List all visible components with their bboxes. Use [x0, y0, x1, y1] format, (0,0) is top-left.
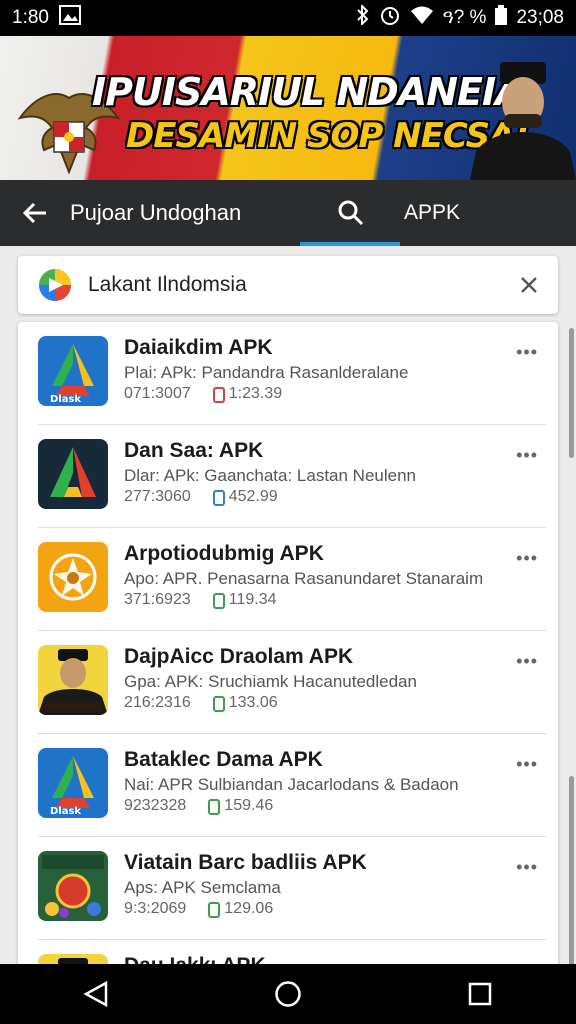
alarm-icon: [379, 4, 401, 32]
app-size: 452.99: [228, 488, 278, 505]
app-icon[interactable]: [38, 645, 108, 715]
search-button[interactable]: [300, 180, 400, 246]
app-name: Arpotiodubmig APK: [124, 542, 324, 565]
status-time-left: 1:80: [12, 7, 49, 28]
scrollbar-thumb-bottom[interactable]: [569, 776, 574, 966]
more-dots-icon[interactable]: •••: [516, 857, 538, 878]
app-code: 9232328: [124, 797, 187, 814]
app-name: Bataklec Dama APK: [124, 748, 323, 771]
app-list-item[interactable]: Dlask Daiaikdim APK Plai: APk: Pandandra R…: [18, 322, 558, 425]
wifi-icon: [410, 5, 434, 31]
promo-banner[interactable]: IPUISARIUL NDANEIA DESAMIN SOP NECSA!: [0, 36, 576, 180]
svg-text:Dlask: Dlask: [50, 806, 81, 817]
size-badge-icon: [212, 593, 225, 609]
app-meta: 371:6923 119.34: [124, 591, 276, 609]
svg-text:Dlask: Dlask: [50, 394, 81, 405]
square-recent-icon: [468, 982, 492, 1006]
app-list-item[interactable]: Dlask Bataklec Dama APK Nai: APR Sulbianda…: [18, 734, 558, 837]
app-description: Dlar: APk: Gaanchata: Lastan Neulenn: [124, 466, 417, 485]
app-name: Dan Saa: APK: [124, 439, 264, 462]
app-size: 133.06: [228, 694, 278, 711]
app-code: 216:2316: [124, 694, 191, 711]
more-dots-icon[interactable]: •••: [516, 651, 538, 672]
app-description: Aps: APK Semclama: [124, 878, 281, 897]
banner-subline: DESAMIN SOP NECSA!: [126, 116, 530, 156]
top-app-bar: Pujoar Undoghan APPK: [0, 180, 576, 246]
nav-back-button[interactable]: [66, 964, 126, 1024]
app-size: 159.46: [224, 797, 274, 814]
nav-recent-button[interactable]: [450, 964, 510, 1024]
close-icon[interactable]: [518, 274, 540, 296]
size-badge-icon: [212, 490, 225, 506]
app-name: DajpAicc Draolam APK: [124, 645, 354, 668]
app-meta: 277:3060 452.99: [124, 488, 278, 506]
gallery-icon: [58, 5, 81, 31]
more-dots-icon[interactable]: •••: [516, 548, 538, 569]
more-dots-icon[interactable]: •••: [516, 754, 538, 775]
app-meta: 9:3:2069 129.06: [124, 900, 273, 918]
bluetooth-icon: [356, 3, 370, 31]
nav-home-button[interactable]: [258, 964, 318, 1024]
search-field[interactable]: Lakant Ilndomsia: [18, 256, 558, 314]
tab-appk[interactable]: APPK: [404, 201, 460, 225]
back-button[interactable]: [0, 180, 70, 246]
app-size: 119.34: [228, 591, 277, 608]
status-time-right: 23;08: [516, 7, 564, 28]
arrow-left-icon: [22, 202, 46, 224]
app-icon[interactable]: [38, 439, 108, 509]
app-list-item[interactable]: Viatain Barc badliis APK Aps: APK Semclam…: [18, 837, 558, 940]
banner-headline: IPUISARIUL NDANEIA: [92, 70, 525, 114]
more-dots-icon[interactable]: •••: [516, 342, 538, 363]
search-icon: [338, 200, 364, 226]
triangle-back-icon: [83, 980, 108, 1008]
app-code: 371:6923: [124, 591, 191, 608]
status-bar: 1:80 ዓ? % 23;08: [0, 0, 576, 36]
size-badge-icon: [212, 387, 225, 403]
app-icon[interactable]: [38, 851, 108, 921]
app-meta: 216:2316 133.06: [124, 694, 278, 712]
size-badge-icon: [208, 902, 221, 918]
app-description: Nai: APR Sulbiandan Jacarlodans & Badaon: [124, 775, 459, 794]
app-name: Viatain Barc badliis APK: [124, 851, 367, 874]
app-icon[interactable]: [38, 542, 108, 612]
system-nav-bar: [0, 964, 576, 1024]
size-badge-icon: [208, 799, 221, 815]
app-description: Plai: APk: Pandandra Rasanlderalane: [124, 363, 409, 382]
app-code: 9:3:2069: [124, 900, 187, 917]
app-meta: 071:3007 1:23.39: [124, 385, 282, 403]
page-title: Pujoar Undoghan: [70, 200, 242, 225]
app-code: 277:3060: [124, 488, 191, 505]
size-badge-icon: [212, 696, 225, 712]
app-meta: 9232328 159.46: [124, 797, 273, 815]
more-dots-icon[interactable]: •••: [516, 445, 538, 466]
scrollbar-thumb-top[interactable]: [569, 328, 574, 458]
man-portrait-icon: [470, 62, 576, 180]
battery-icon: [495, 5, 508, 31]
battery-percent-label: ዓ? %: [442, 7, 487, 28]
circle-home-icon: [275, 981, 301, 1007]
app-name: Daiaikdim APK: [124, 336, 273, 359]
app-list-item[interactable]: Dan Saa: APK Dlar: APk: Gaanchata: Lastan…: [18, 425, 558, 528]
app-size: 1:23.39: [228, 385, 283, 402]
app-icon[interactable]: Dlask: [38, 336, 108, 406]
app-description: Gpa: APK: Sruchiamk Hacanutedledan: [124, 672, 417, 691]
play-store-logo-icon: [39, 269, 71, 301]
app-code: 071:3007: [124, 385, 191, 402]
app-list-item[interactable]: DajpAicc Draolam APK Gpa: APK: Sruchiamk …: [18, 631, 558, 734]
app-size: 129.06: [224, 900, 274, 917]
app-description: Apo: APR. Penasarna Rasanundaret Stanara…: [124, 569, 484, 588]
app-list: Dlask Daiaikdim APK Plai: APk: Pandandra R…: [18, 322, 558, 982]
app-icon[interactable]: Dlask: [38, 748, 108, 818]
search-query: Lakant Ilndomsia: [88, 273, 247, 296]
app-list-item[interactable]: Arpotiodubmig APK Apo: APR. Penasarna Ras…: [18, 528, 558, 631]
